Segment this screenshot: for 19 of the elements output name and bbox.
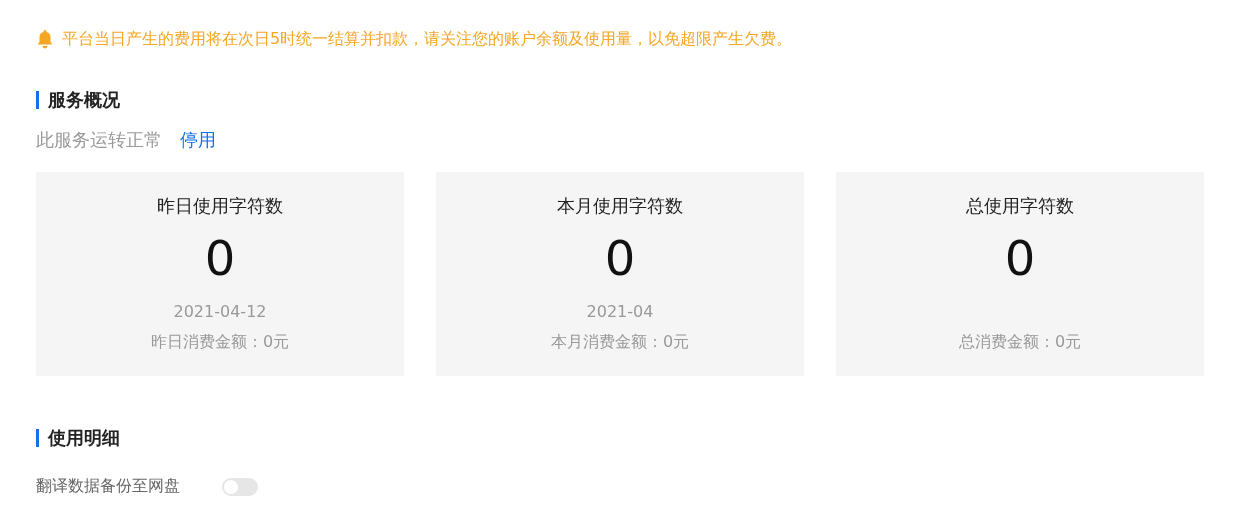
card-cost: 本月消费金额：0元 [550,332,690,353]
card-title: 总使用字符数 [966,194,1074,218]
card-cost: 昨日消费金额：0元 [150,332,290,353]
disable-link[interactable]: 停用 [180,128,216,152]
backup-toggle[interactable] [222,477,258,496]
card-period: 2021-04-12 [173,302,267,323]
card-cost: 总消费金额：0元 [958,332,1082,353]
section-heading: 服务概况 [48,88,120,112]
card-period: 2021-04 [586,302,654,323]
card-value: 0 [204,229,236,288]
backup-label: 翻译数据备份至网盘 [36,476,180,497]
card-title: 昨日使用字符数 [157,194,283,218]
section-heading: 使用明细 [48,426,120,450]
notice-text: 平台当日产生的费用将在次日5时统一结算并扣款，请关注您的账户余额及使用量，以免超限产生欠费。 [62,28,793,50]
card-value: 0 [1004,229,1036,288]
card-title: 本月使用字符数 [557,194,683,218]
card-value: 0 [604,229,636,288]
service-status: 此服务运转正常 [36,128,162,152]
bell-icon [36,29,54,49]
